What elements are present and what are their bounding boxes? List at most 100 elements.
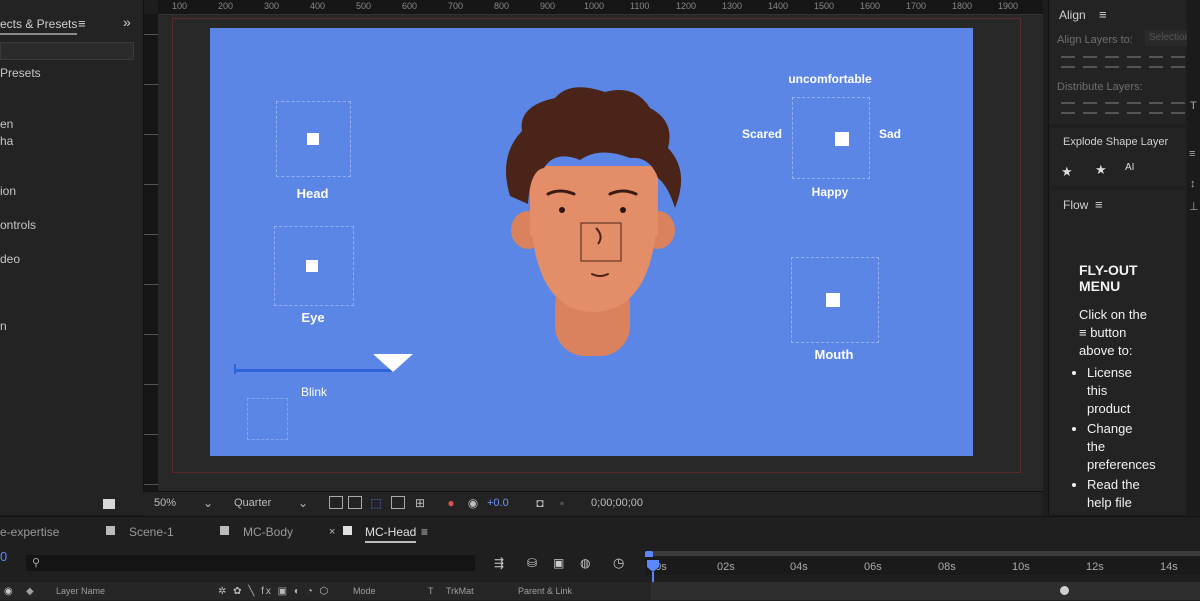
- distribute-bottom-icon[interactable]: [1105, 102, 1119, 114]
- camera-snapshot-icon[interactable]: ◘: [533, 496, 547, 510]
- explode-ai-icon[interactable]: AI: [1125, 162, 1134, 173]
- composition-icon: [220, 526, 229, 535]
- tab-e-expertise[interactable]: e-expertise: [0, 525, 59, 539]
- explode-stars-icon[interactable]: ★: [1095, 162, 1107, 178]
- tab-effects-presets[interactable]: ects & Presets: [0, 17, 78, 35]
- panel-menu-icon[interactable]: ≡: [1099, 7, 1107, 22]
- expand-panels-icon[interactable]: »: [123, 14, 131, 30]
- distribute-middle-icon[interactable]: [1083, 102, 1097, 114]
- exposure-value[interactable]: +0.0: [487, 497, 509, 509]
- distribute-right-icon[interactable]: [1171, 102, 1185, 114]
- label-color-icon[interactable]: ◆: [26, 586, 34, 597]
- tab-scene-1[interactable]: Scene-1: [129, 525, 174, 539]
- effects-search-input[interactable]: [0, 42, 134, 60]
- align-middle-icon[interactable]: [1149, 56, 1163, 68]
- layer-switches-icons[interactable]: ✲ ✿ ╲ fx ▣ ◐ ◔ ⬡: [218, 586, 330, 597]
- exposure-reset-icon[interactable]: ◉: [466, 496, 480, 510]
- ruler-label: 1800: [952, 1, 973, 11]
- panel-menu-icon[interactable]: ≡: [421, 525, 428, 539]
- align-layers-to-label: Align Layers to:: [1057, 34, 1133, 46]
- explode-shape-layer-panel: Explode Shape Layer ★ ★ AI: [1049, 128, 1186, 186]
- text-panel-icon[interactable]: T: [1190, 100, 1197, 112]
- t-column[interactable]: T: [428, 586, 434, 596]
- effects-category-item[interactable]: n: [0, 319, 7, 333]
- flyout-menu-help: FLY-OUT MENU Click on the ≡ button above…: [1079, 262, 1156, 514]
- align-left-icon[interactable]: [1061, 56, 1075, 68]
- ruler-label: 1400: [768, 1, 789, 11]
- align-target-select[interactable]: Selection: [1145, 30, 1189, 46]
- emotion-controller-box[interactable]: [792, 97, 870, 179]
- explode-star-icon[interactable]: ★: [1061, 164, 1073, 180]
- effects-category-item[interactable]: ontrols: [0, 218, 36, 232]
- work-area-bar[interactable]: [651, 551, 1200, 556]
- blink-slider-handle[interactable]: [371, 352, 415, 374]
- panel-menu-icon[interactable]: ≡: [78, 16, 86, 31]
- current-timecode[interactable]: 0;00;00;00: [591, 497, 643, 509]
- comp-mini-flowchart-icon[interactable]: ⇶: [494, 556, 504, 570]
- align-center-icon[interactable]: [1083, 56, 1097, 68]
- eye-controller-box[interactable]: [274, 226, 354, 306]
- explode-shape-layer-title: Explode Shape Layer: [1063, 136, 1169, 148]
- align-bottom-icon[interactable]: [1171, 56, 1185, 68]
- effects-category-item[interactable]: ion: [0, 184, 16, 198]
- mode-column[interactable]: Mode: [353, 586, 376, 596]
- trkmat-column[interactable]: TrkMat: [446, 586, 474, 596]
- eye-controller-knob[interactable]: [306, 260, 318, 272]
- flyout-item: Read the help file: [1087, 476, 1149, 512]
- region-of-interest-icon[interactable]: [391, 496, 405, 509]
- ruler-label: 700: [448, 1, 464, 11]
- layer-name-column[interactable]: Layer Name: [56, 586, 105, 596]
- mouth-controller-knob[interactable]: [826, 293, 840, 307]
- shy-layers-icon[interactable]: ▣: [553, 556, 564, 570]
- align-right-icon[interactable]: [1105, 56, 1119, 68]
- frame-blending-icon[interactable]: ◍: [580, 556, 590, 570]
- layer-end-marker[interactable]: [1060, 586, 1069, 595]
- parent-link-column[interactable]: Parent & Link: [518, 586, 572, 596]
- emotion-controller-knob[interactable]: [835, 132, 849, 146]
- panel-menu-icon[interactable]: ≡: [1095, 197, 1103, 212]
- chevron-down-icon[interactable]: ⌄: [296, 496, 310, 510]
- align-bottom-icon[interactable]: ⊥: [1189, 200, 1199, 213]
- draft-3d-icon[interactable]: ⛁: [527, 556, 537, 570]
- align-top-icon[interactable]: [1127, 56, 1141, 68]
- blink-slider-track[interactable]: [234, 369, 394, 372]
- panel-menu-icon[interactable]: ≡: [1189, 148, 1195, 160]
- tab-mc-head[interactable]: MC-Head: [365, 525, 417, 543]
- time-ruler[interactable]: 00s 02s 04s 06s 08s 10s 12s 14s: [645, 557, 1200, 575]
- grid-guides-icon[interactable]: ⊞: [413, 496, 427, 510]
- distribute-left-icon[interactable]: [1127, 102, 1141, 114]
- effects-category-item[interactable]: deo: [0, 252, 20, 266]
- head-controller-box[interactable]: [276, 101, 351, 177]
- motion-blur-icon[interactable]: ◷: [613, 555, 624, 571]
- resize-vertical-icon[interactable]: ↕: [1190, 178, 1196, 190]
- tab-mc-body[interactable]: MC-Body: [243, 525, 293, 539]
- flow-panel-title: Flow: [1063, 198, 1089, 212]
- color-channels-icon[interactable]: ●: [444, 496, 458, 510]
- zoom-select[interactable]: 50%: [154, 497, 176, 509]
- show-snapshot-icon[interactable]: ▪: [555, 496, 569, 510]
- small-controller-box[interactable]: [247, 398, 288, 440]
- mouth-controller-box[interactable]: [791, 257, 879, 343]
- new-comp-icon[interactable]: [103, 499, 115, 509]
- head-controller-knob[interactable]: [307, 133, 319, 145]
- audio-video-icon[interactable]: ◉: [4, 586, 13, 597]
- distribute-top-icon[interactable]: [1061, 102, 1075, 114]
- composition-canvas[interactable]: Head Eye Blink uncomfortable Scared Sad …: [210, 28, 973, 456]
- resolution-select[interactable]: Quarter: [234, 497, 271, 509]
- composition-icon: [343, 526, 352, 535]
- chevron-down-icon[interactable]: ⌄: [201, 496, 215, 510]
- flyout-list: License this product Change the preferen…: [1079, 364, 1156, 512]
- current-time-display[interactable]: 0: [0, 549, 7, 564]
- transparency-grid-icon[interactable]: [348, 496, 362, 509]
- timeline-search-input[interactable]: ⚲: [26, 555, 475, 571]
- character-head-illustration: [506, 87, 682, 356]
- fast-preview-icon[interactable]: [329, 496, 343, 509]
- layer-duration-bar[interactable]: [651, 582, 1200, 600]
- effects-category-item[interactable]: en: [0, 117, 13, 131]
- mask-visibility-icon[interactable]: ⬚: [369, 496, 383, 510]
- effects-category-item[interactable]: Presets: [0, 66, 41, 80]
- effects-category-item[interactable]: ha: [0, 134, 13, 148]
- distribute-center-icon[interactable]: [1149, 102, 1163, 114]
- eye-label: Eye: [301, 310, 325, 325]
- close-tab-icon[interactable]: ×: [329, 526, 335, 538]
